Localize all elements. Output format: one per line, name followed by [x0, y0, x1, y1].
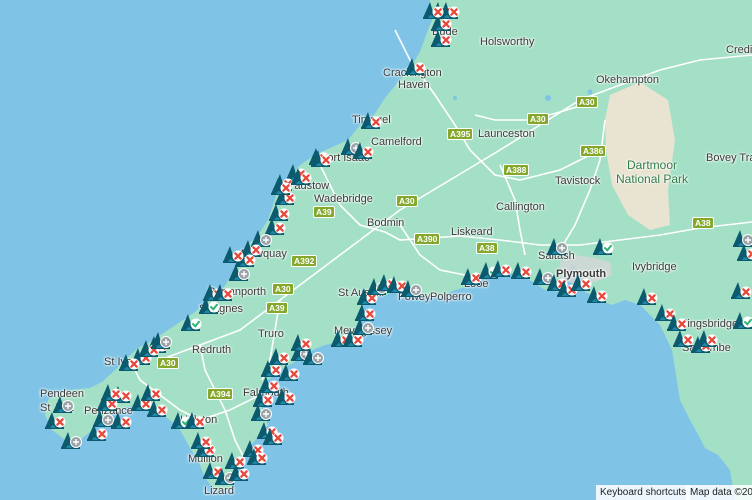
road-shield: A39 — [313, 206, 335, 218]
map-data-attribution: Map data ©2024 — [686, 485, 752, 500]
beach-marker-warn[interactable] — [420, 0, 446, 20]
beach-flag-icon — [401, 280, 422, 297]
road-shield: A390 — [414, 233, 441, 245]
beach-flag-icon — [593, 238, 614, 255]
place-label-camelford: Camelford — [371, 136, 422, 148]
place-label-lizard: Lizard — [204, 485, 234, 497]
beach-marker-warn[interactable] — [272, 384, 298, 406]
place-label-tavistock: Tavistock — [555, 175, 601, 187]
place-label-liskeard: Liskeard — [451, 226, 493, 238]
beach-marker-info[interactable] — [58, 428, 84, 450]
road-shield: A394 — [207, 388, 234, 400]
beach-marker-warn[interactable] — [138, 380, 164, 402]
road-shield: A38 — [476, 242, 498, 254]
place-label-bovey: Bovey Tra — [706, 152, 752, 164]
beach-flag-icon — [111, 412, 132, 429]
beach-flag-icon — [87, 424, 108, 441]
beach-flag-icon — [361, 112, 382, 129]
road-shield: A30 — [157, 357, 179, 369]
reservoir — [453, 96, 457, 100]
beach-flag-icon — [405, 58, 426, 75]
place-label-bodmin: Bodmin — [367, 217, 405, 229]
dartmoor-label: Dartmoor National Park — [616, 158, 689, 186]
beach-marker-warn[interactable] — [108, 408, 134, 430]
beach-flag-icon — [697, 330, 718, 347]
beach-marker-warn[interactable] — [244, 444, 270, 466]
beach-flag-icon — [431, 30, 452, 47]
beach-flag-icon — [423, 2, 444, 19]
beach-flag-icon — [181, 314, 202, 331]
beach-flag-icon — [191, 432, 212, 449]
beach-flag-icon — [547, 238, 568, 255]
beach-flag-icon — [53, 396, 74, 413]
beach-flag-icon — [731, 282, 752, 299]
beach-marker-warn[interactable] — [188, 428, 214, 450]
beach-flag-icon — [101, 384, 122, 401]
keyboard-shortcuts-link[interactable]: Keyboard shortcuts — [596, 485, 691, 500]
beach-flag-icon — [353, 142, 374, 159]
beach-flag-icon — [247, 448, 268, 465]
beach-flag-icon — [587, 286, 608, 303]
place-label-redruth: Redruth — [192, 344, 232, 356]
beach-marker-warn[interactable] — [84, 420, 110, 442]
beach-marker-warn[interactable] — [584, 282, 610, 304]
beach-marker-warn[interactable] — [728, 278, 752, 300]
beach-marker-info[interactable] — [50, 392, 76, 414]
reservoir — [545, 95, 551, 101]
place-label-polperro: Polperro — [430, 291, 472, 303]
beach-marker-warn[interactable] — [358, 108, 384, 130]
beach-marker-info[interactable] — [544, 234, 570, 256]
road-shield: A388 — [503, 164, 530, 176]
road-shield: A39 — [266, 302, 288, 314]
place-label-wadebridge: Wadebridge — [314, 193, 373, 205]
beach-marker-warn[interactable] — [428, 26, 454, 48]
beach-marker-warn[interactable] — [276, 360, 302, 382]
place-label-credi: Credi — [726, 44, 752, 56]
beach-flag-icon — [291, 334, 312, 351]
beach-marker-warn[interactable] — [694, 326, 720, 348]
beach-flag-icon — [141, 384, 162, 401]
beach-flag-icon — [733, 312, 752, 329]
beach-marker-ok[interactable] — [590, 234, 616, 256]
place-label-okehampton: Okehampton — [596, 74, 659, 86]
beach-marker-warn[interactable] — [98, 380, 124, 402]
beach-marker-warn[interactable] — [182, 408, 208, 430]
beach-marker-info[interactable] — [398, 276, 424, 298]
road-shield: A386 — [580, 145, 607, 157]
reservoir — [587, 89, 593, 95]
road-shield: A30 — [396, 195, 418, 207]
beach-marker-warn[interactable] — [734, 240, 752, 262]
road-shield: A30 — [272, 283, 294, 295]
beach-flag-icon — [263, 428, 284, 445]
beach-marker-warn[interactable] — [402, 54, 428, 76]
beach-marker-info[interactable] — [148, 328, 174, 350]
road-shield: A30 — [527, 113, 549, 125]
beach-marker-warn[interactable] — [288, 164, 314, 186]
beach-flag-icon — [61, 432, 82, 449]
place-label-ivybridge: Ivybridge — [632, 261, 677, 273]
beach-marker-warn[interactable] — [260, 424, 286, 446]
road-shield: A392 — [291, 255, 318, 267]
beach-flag-icon — [275, 388, 296, 405]
beach-flag-icon — [151, 332, 172, 349]
place-label-dartmoor: Dartmoor National Park — [616, 158, 688, 186]
place-label-holsworthy: Holsworthy — [480, 36, 535, 48]
place-label-callington: Callington — [496, 201, 545, 213]
road-shield: A30 — [576, 96, 598, 108]
beach-marker-warn[interactable] — [350, 138, 376, 160]
place-label-truro: Truro — [258, 328, 284, 340]
beach-marker-warn[interactable] — [288, 330, 314, 352]
beach-marker-ok[interactable] — [730, 308, 752, 330]
beach-marker-warn[interactable] — [220, 242, 246, 264]
beach-flag-icon — [279, 364, 300, 381]
beach-flag-icon — [223, 246, 244, 263]
beach-flag-icon — [185, 412, 206, 429]
beach-flag-icon — [737, 244, 752, 261]
road-shield: A395 — [447, 128, 474, 140]
road-shield: A38 — [692, 217, 714, 229]
place-label-haven: Haven — [398, 79, 430, 91]
beach-flag-icon — [291, 168, 312, 185]
beach-marker-ok[interactable] — [178, 310, 204, 332]
place-label-launceston: Launceston — [478, 128, 535, 140]
